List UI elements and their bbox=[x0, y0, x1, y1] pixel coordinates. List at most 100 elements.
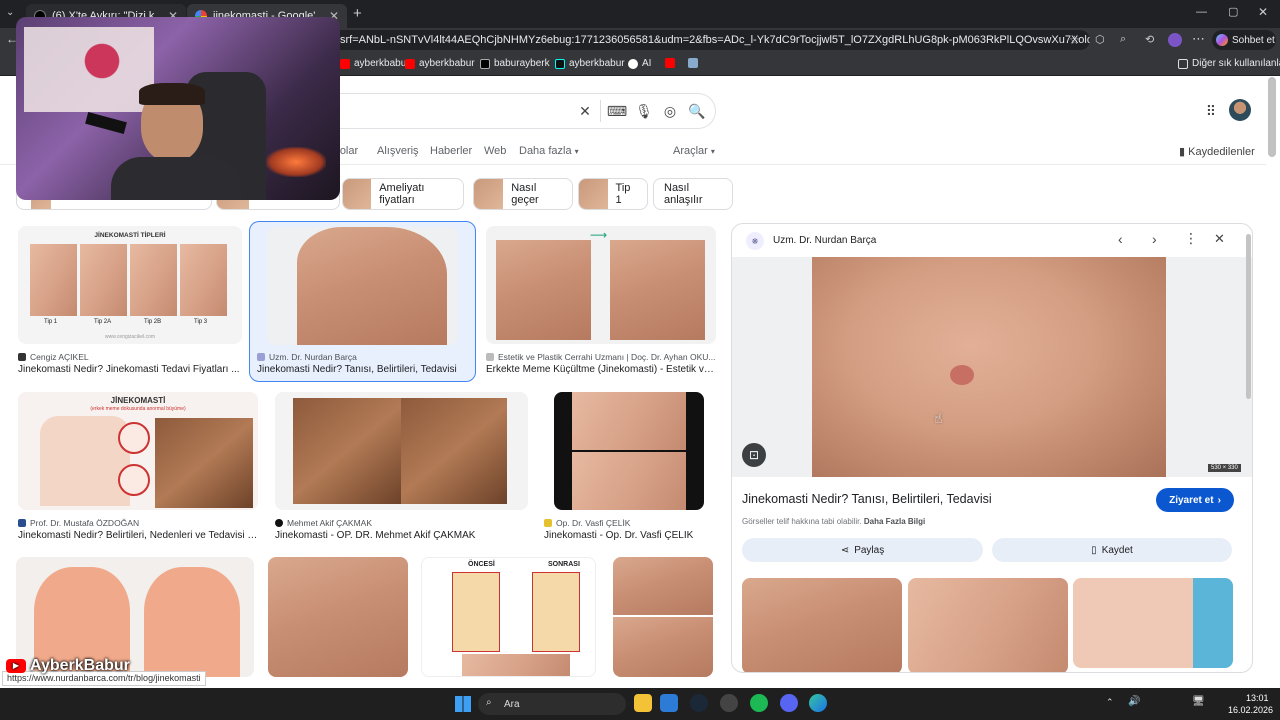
related-image-2[interactable] bbox=[908, 578, 1068, 672]
result-card-4[interactable]: JİNEKOMASTİ (erkek meme dokusunda anorma… bbox=[18, 392, 258, 542]
tab-list-icon[interactable]: ⌄ bbox=[6, 7, 14, 18]
result-source[interactable]: Cengiz AÇIKEL bbox=[18, 352, 242, 362]
clear-search-icon[interactable]: ✕ bbox=[577, 103, 593, 119]
bookmark-youtube-3[interactable] bbox=[665, 58, 675, 68]
result-title[interactable]: Jinekomasti Nedir? Belirtileri, Nedenler… bbox=[18, 530, 258, 541]
tab-more[interactable]: Daha fazla ▾ bbox=[519, 145, 579, 157]
saved-button[interactable]: ▮ Kaydedilenler bbox=[1179, 145, 1255, 158]
result-card-9[interactable]: ÖNCESİ SONRASI bbox=[421, 557, 596, 677]
result-card-6[interactable]: Op. Dr. Vasfi ÇELİK Jinekomasti - Op. Dr… bbox=[544, 392, 716, 542]
tab-search-icon[interactable]: ⌕ bbox=[1120, 33, 1126, 46]
close-panel-icon[interactable]: ✕ bbox=[1214, 231, 1225, 247]
tab-shopping[interactable]: Alışveriş bbox=[377, 145, 419, 157]
share-button[interactable]: ⋖ Paylaş bbox=[742, 538, 983, 562]
apps-grid-icon[interactable]: ⠿ bbox=[1203, 103, 1219, 119]
related-image-3[interactable] bbox=[1073, 578, 1233, 668]
chip-how-cured[interactable]: Nasıl geçer bbox=[473, 178, 573, 210]
result-card-1[interactable]: JİNEKOMASTİ TİPLERİ Tip 1 Tip 2A Tip 2B … bbox=[18, 226, 242, 378]
chip-how-understood[interactable]: Nasıl anlaşılır bbox=[653, 178, 733, 210]
visit-button[interactable]: Ziyaret et › bbox=[1156, 488, 1234, 512]
result-source[interactable]: Op. Dr. Vasfi ÇELİK bbox=[544, 518, 716, 528]
result-title[interactable]: Erkekte Meme Küçültme (Jinekomasti) - Es… bbox=[486, 364, 716, 375]
chip-thumbnail bbox=[579, 179, 608, 209]
save-button[interactable]: ▯ Kaydet bbox=[992, 538, 1232, 562]
panel-scrollbar[interactable] bbox=[1246, 234, 1251, 399]
new-tab-icon[interactable]: + bbox=[353, 5, 362, 22]
result-card-8[interactable] bbox=[268, 557, 408, 677]
result-source[interactable]: Uzm. Dr. Nurdan Barça bbox=[257, 352, 471, 362]
result-card-10[interactable] bbox=[613, 557, 713, 677]
related-image-1[interactable] bbox=[742, 578, 902, 672]
lens-search-icon[interactable]: ⊡ bbox=[742, 443, 766, 467]
bookmark-misc[interactable] bbox=[688, 58, 698, 68]
steam-icon[interactable] bbox=[690, 694, 708, 712]
result-card-3[interactable]: ⟶ Estetik ve Plastik Cerrahi Uzmanı | Do… bbox=[486, 226, 716, 378]
result-image[interactable] bbox=[275, 392, 528, 510]
result-card-2-selected[interactable]: Uzm. Dr. Nurdan Barça Jinekomasti Nedir?… bbox=[249, 221, 476, 382]
result-card-5[interactable]: Mehmet Akif ÇAKMAK Jinekomasti - OP. DR.… bbox=[275, 392, 528, 542]
tools-button[interactable]: Araçlar ▾ bbox=[673, 145, 715, 157]
tray-up-icon[interactable]: ⌃ bbox=[1106, 697, 1114, 708]
taskbar-search[interactable]: ⌕ Ara bbox=[478, 693, 626, 715]
address-bar[interactable]: srf=ANbL-nSNTvVl4lt44AEQhCjbNHMYz6ebug:1… bbox=[320, 30, 1090, 50]
tab-news[interactable]: Haberler bbox=[430, 145, 472, 157]
bookmark-youtube-2[interactable]: ayberkbabur bbox=[405, 58, 475, 69]
result-image[interactable]: ⟶ bbox=[486, 226, 716, 344]
minimize-icon[interactable]: — bbox=[1196, 6, 1207, 18]
panel-source[interactable]: Uzm. Dr. Nurdan Barça bbox=[773, 235, 876, 246]
history-icon[interactable]: ⟲ bbox=[1145, 33, 1154, 46]
result-image[interactable]: ÖNCESİ SONRASI bbox=[421, 557, 596, 677]
windows-start-icon[interactable] bbox=[455, 696, 471, 712]
search-icon[interactable]: 🔍 bbox=[688, 103, 705, 119]
bookmark-ai[interactable]: AI bbox=[628, 58, 651, 69]
result-image[interactable]: JİNEKOMASTİ TİPLERİ Tip 1 Tip 2A Tip 2B … bbox=[18, 226, 242, 344]
result-image[interactable] bbox=[554, 392, 704, 510]
result-source[interactable]: Estetik ve Plastik Cerrahi Uzmanı | Doç.… bbox=[486, 352, 716, 362]
result-source[interactable]: Prof. Dr. Mustafa ÖZDOĞAN bbox=[18, 518, 258, 528]
chip-type1[interactable]: Tip 1 bbox=[578, 178, 648, 210]
profile-avatar-icon[interactable] bbox=[1168, 33, 1182, 47]
keyboard-icon[interactable]: ⌨ bbox=[607, 103, 627, 119]
preview-image[interactable]: ☝ ⊡ 530 × 330 bbox=[732, 257, 1252, 477]
menu-dots-icon[interactable]: ⋯ bbox=[1192, 31, 1205, 47]
panel-title[interactable]: Jinekomasti Nedir? Tanısı, Belirtileri, … bbox=[742, 492, 992, 506]
result-image[interactable] bbox=[267, 227, 458, 345]
result-title[interactable]: Jinekomasti - OP. DR. Mehmet Akif ÇAKMAK bbox=[275, 530, 528, 541]
other-bookmarks[interactable]: Diğer sık kullanılanlar bbox=[1178, 58, 1280, 69]
chat-button[interactable]: Sohbet et bbox=[1212, 30, 1276, 50]
photos-icon[interactable] bbox=[660, 694, 678, 712]
microphone-icon[interactable]: 🎙 bbox=[635, 103, 653, 119]
volume-icon[interactable]: 🔊 bbox=[1128, 696, 1140, 707]
extension-icon[interactable]: ⬡ bbox=[1095, 33, 1105, 46]
more-info-link[interactable]: Daha Fazla Bilgi bbox=[864, 517, 925, 526]
result-title[interactable]: Jinekomasti Nedir? Tanısı, Belirtileri, … bbox=[257, 364, 471, 375]
bookmark-x[interactable]: baburayberk bbox=[480, 58, 550, 69]
user-avatar[interactable] bbox=[1229, 99, 1251, 121]
result-source[interactable]: Mehmet Akif ÇAKMAK bbox=[275, 518, 528, 528]
result-title[interactable]: Jinekomasti - Op. Dr. Vasfi ÇELİK bbox=[544, 530, 716, 541]
bookmark-tiktok[interactable]: ayberkbabur bbox=[555, 58, 625, 69]
network-icon[interactable]: 🖥 bbox=[1192, 696, 1205, 707]
obs-icon[interactable] bbox=[720, 694, 738, 712]
file-explorer-icon[interactable] bbox=[634, 694, 652, 712]
spotify-icon[interactable] bbox=[750, 694, 768, 712]
edge-icon[interactable] bbox=[809, 694, 827, 712]
result-image[interactable] bbox=[268, 557, 408, 677]
result-image[interactable] bbox=[613, 557, 713, 677]
next-image-icon[interactable]: › bbox=[1152, 231, 1157, 247]
close-window-icon[interactable]: ✕ bbox=[1258, 5, 1268, 19]
bookmark-star-icon[interactable]: ☆ bbox=[1069, 33, 1080, 47]
more-options-icon[interactable]: ⋮ bbox=[1184, 230, 1198, 247]
prev-image-icon[interactable]: ‹ bbox=[1118, 231, 1123, 247]
microphone bbox=[85, 112, 127, 134]
result-image[interactable]: JİNEKOMASTİ (erkek meme dokusunda anorma… bbox=[18, 392, 258, 510]
bookmark-youtube[interactable]: ayberkbabur bbox=[340, 58, 410, 69]
page-scrollbar[interactable] bbox=[1268, 77, 1276, 157]
lens-icon[interactable]: ◎ bbox=[662, 103, 678, 119]
maximize-icon[interactable]: ▢ bbox=[1228, 5, 1238, 18]
chip-surgery-prices[interactable]: Ameliyatı fiyatları bbox=[342, 178, 464, 210]
discord-icon[interactable] bbox=[780, 694, 798, 712]
result-title[interactable]: Jinekomasti Nedir? Jinekomasti Tedavi Fi… bbox=[18, 364, 242, 375]
search-box[interactable] bbox=[300, 93, 716, 129]
tab-web[interactable]: Web bbox=[484, 145, 506, 157]
